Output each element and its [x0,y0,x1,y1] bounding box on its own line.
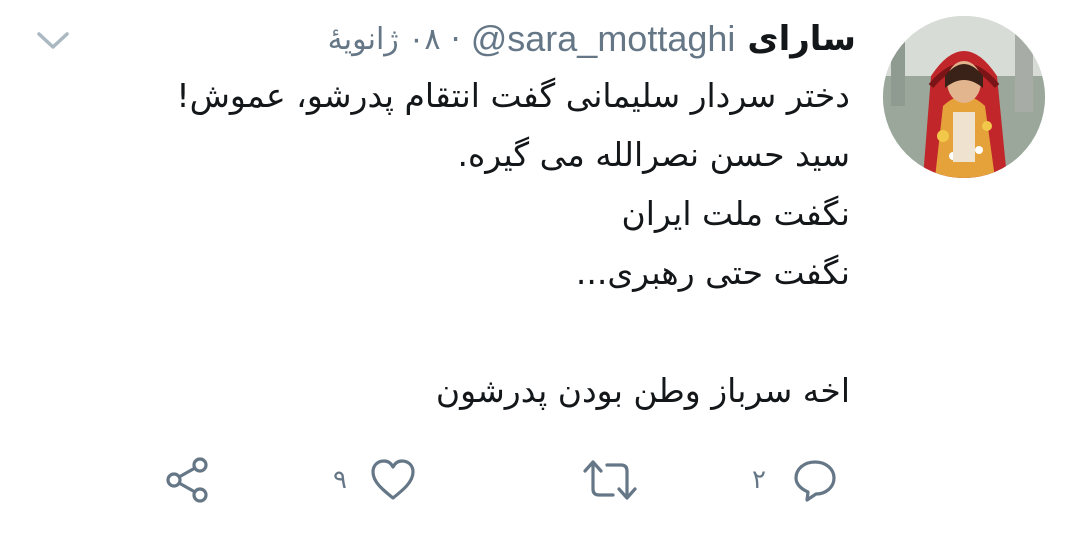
reply-count: ۲ [752,465,766,495]
like-count: ۹ [333,465,347,495]
tweet-text-line: سید حسن نصرالله می گیره. [457,135,850,174]
author-display-name[interactable]: سارای [747,19,856,59]
retweet-button[interactable] [581,450,639,510]
share-button[interactable] [163,450,213,510]
like-button[interactable]: ۹ [333,450,417,510]
chevron-down-icon [37,32,69,49]
tweet-options-caret[interactable] [36,30,70,52]
tweet-card[interactable]: سارای @sara_mottaghi · ۰۸ ژانویهٔ دختر س… [0,0,1080,541]
tweet-text: دختر سردار سلیمانی گفت انتقام پدرشو، عمو… [60,66,850,420]
tweet-header: سارای @sara_mottaghi · ۰۸ ژانویهٔ [328,14,856,64]
reply-icon [794,460,836,502]
separator-dot: · [450,20,461,58]
tweet-text-line: اخه سرباز وطن بودن پدرشون [435,371,850,410]
share-icon [166,457,208,503]
tweet-text-line: دختر سردار سلیمانی گفت انتقام پدرشو، عمو… [176,76,850,115]
tweet-text-line: نگفت حتی رهبری... [575,253,850,292]
reply-button[interactable]: ۲ [752,450,838,510]
tweet-text-line: نگفت ملت ایران [621,194,850,233]
retweet-icon [583,460,637,500]
avatar[interactable] [883,16,1045,178]
heart-icon [371,459,415,500]
tweet-actions: ۲ ۹ [0,450,1080,510]
tweet-timestamp[interactable]: ۰۸ ژانویهٔ [328,22,441,57]
avatar-image [883,16,1045,178]
author-handle[interactable]: @sara_mottaghi [471,18,736,60]
